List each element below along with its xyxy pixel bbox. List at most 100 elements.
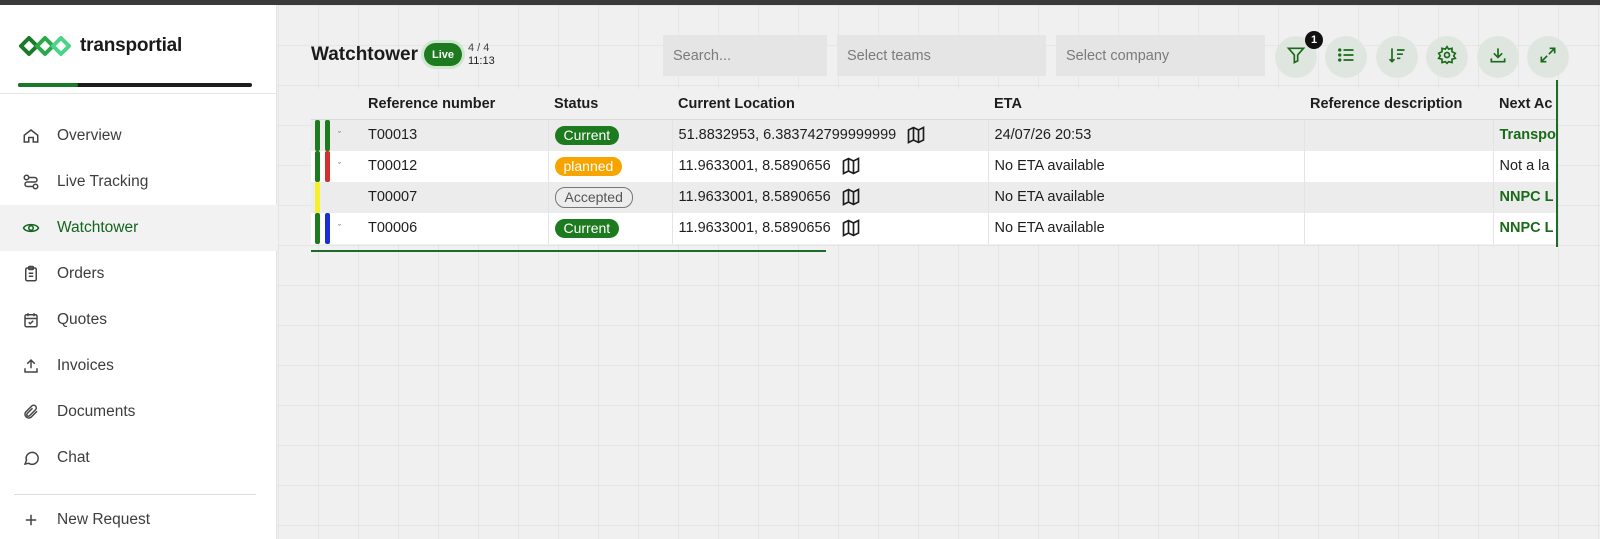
sidebar-item-documents[interactable]: Documents <box>0 389 277 435</box>
sidebar-item-watchtower[interactable]: Watchtower <box>0 205 277 251</box>
next-action-cell[interactable]: NNPC L <box>1493 181 1556 213</box>
status-cell: Accepted <box>548 181 673 213</box>
main-content: Watchtower Live 4 / 4 11:13 Select teams… <box>278 5 1600 539</box>
column-header-status[interactable]: Status <box>548 89 672 120</box>
status-cell: Current <box>548 119 673 151</box>
column-header-eta[interactable]: ETA <box>988 89 1304 120</box>
select-teams-dropdown[interactable]: Select teams <box>837 35 1046 76</box>
sidebar-item-label: Quotes <box>57 311 107 328</box>
settings-button[interactable] <box>1426 36 1468 78</box>
next-action-cell[interactable]: NNPC L <box>1493 212 1556 244</box>
sidebar-item-invoices[interactable]: Invoices <box>0 343 277 389</box>
record-counter: 4 / 4 11:13 <box>468 42 495 68</box>
map-icon[interactable] <box>906 125 926 145</box>
map-icon[interactable] <box>841 218 861 238</box>
map-icon[interactable] <box>841 156 861 176</box>
reference-cell[interactable]: T00012 <box>362 150 549 182</box>
expand-row-chevron-icon[interactable]: ˇ <box>338 223 341 233</box>
table-header-row: Reference number Status Current Location… <box>311 89 1556 120</box>
sidebar-item-overview[interactable]: Overview <box>0 113 277 159</box>
row-flag <box>325 212 330 244</box>
next-action-cell[interactable]: Not a la <box>1493 150 1556 182</box>
download-button[interactable] <box>1477 36 1519 78</box>
column-header-location[interactable]: Current Location <box>672 89 988 120</box>
table-row[interactable]: ˇ T00006 Current 11.9633001, 8.5890656 No ET… <box>311 212 1556 244</box>
sidebar-item-chat[interactable]: Chat <box>0 435 277 481</box>
row-flag <box>325 119 330 151</box>
logo-underline <box>18 83 252 87</box>
filter-count-badge: 1 <box>1305 31 1323 49</box>
eta-cell: No ETA available <box>988 181 1305 213</box>
row-flags-cell: ˇ <box>311 150 362 182</box>
next-action-cell[interactable]: Transpo <box>1493 119 1556 151</box>
new-request-label: New Request <box>57 511 151 528</box>
sidebar-item-label: Documents <box>57 403 136 420</box>
sidebar-separator <box>14 494 256 495</box>
search-input[interactable] <box>663 35 827 76</box>
sidebar-item-label: Orders <box>57 265 105 282</box>
paperclip-icon <box>22 403 40 421</box>
row-flag <box>315 181 320 213</box>
sidebar-item-label: Live Tracking <box>57 173 149 190</box>
sort-button[interactable] <box>1376 36 1418 78</box>
status-cell: Current <box>548 212 673 244</box>
clipboard-icon <box>22 265 40 283</box>
expand-icon <box>1538 45 1558 70</box>
expand-button[interactable] <box>1527 36 1569 78</box>
table-row[interactable]: ˇ T00012 planned 11.9633001, 8.5890656 No ET… <box>311 150 1556 182</box>
description-cell <box>1304 119 1494 151</box>
table-scroll-indicator <box>1556 80 1558 247</box>
status-cell: planned <box>548 150 673 182</box>
reference-cell[interactable]: T00006 <box>362 212 549 244</box>
plus-icon <box>22 511 40 529</box>
sidebar: transportial Overview Live Tracking Watc… <box>0 5 277 539</box>
settings-icon <box>1437 44 1457 70</box>
column-header-reference[interactable]: Reference number <box>362 89 548 120</box>
reference-cell[interactable]: T00013 <box>362 119 549 151</box>
location-coordinates: 11.9633001, 8.5890656 <box>678 220 831 236</box>
expand-row-chevron-icon[interactable]: ˇ <box>338 161 341 171</box>
upload-icon <box>22 357 40 375</box>
sidebar-item-label: Chat <box>57 449 90 466</box>
row-flag <box>315 150 320 182</box>
column-header-description[interactable]: Reference description <box>1304 89 1493 120</box>
home-icon <box>22 127 40 145</box>
location-cell: 11.9633001, 8.5890656 <box>672 150 989 182</box>
map-icon[interactable] <box>841 187 861 207</box>
row-flags-cell: ˇ <box>311 212 362 244</box>
calendar-check-icon <box>22 311 40 329</box>
sidebar-item-live-tracking[interactable]: Live Tracking <box>0 159 277 205</box>
live-badge: Live <box>424 43 462 66</box>
select-company-dropdown[interactable]: Select company <box>1056 35 1265 76</box>
column-header-next-action[interactable]: Next Ac <box>1493 89 1556 120</box>
new-request-button[interactable]: New Request <box>22 511 150 529</box>
column-header-flags <box>311 89 362 120</box>
row-flags-cell: ˇ <box>311 119 362 151</box>
eta-cell: 24/07/26 20:53 <box>988 119 1305 151</box>
update-time: 11:13 <box>468 55 495 67</box>
description-cell <box>1304 212 1494 244</box>
reference-cell[interactable]: T00007 <box>362 181 549 213</box>
sort-icon <box>1387 45 1407 70</box>
location-cell: 11.9633001, 8.5890656 <box>672 212 989 244</box>
route-icon <box>22 173 40 191</box>
row-flag <box>315 212 320 244</box>
app-logo[interactable]: transportial <box>18 33 182 59</box>
download-icon <box>1488 45 1508 70</box>
expand-row-chevron-icon[interactable]: ˇ <box>338 130 341 140</box>
status-badge: Current <box>554 218 620 238</box>
table-body: ˇ T00013 Current 51.8832953, 6.383742799999… <box>311 119 1556 244</box>
location-coordinates: 51.8832953, 6.383742799999999 <box>678 127 897 143</box>
sidebar-item-orders[interactable]: Orders <box>0 251 277 297</box>
table-row[interactable]: ˇ T00013 Current 51.8832953, 6.383742799999… <box>311 119 1556 151</box>
page-title: Watchtower <box>311 44 418 65</box>
status-badge: Current <box>554 125 620 145</box>
sidebar-item-quotes[interactable]: Quotes <box>0 297 277 343</box>
row-flag <box>325 150 330 182</box>
sidebar-item-label: Overview <box>57 127 122 144</box>
location-coordinates: 11.9633001, 8.5890656 <box>678 158 831 174</box>
filter-button[interactable]: 1 <box>1275 31 1323 78</box>
table-row[interactable]: T00007 Accepted 11.9633001, 8.5890656 No ET… <box>311 181 1556 213</box>
shipments-table-container: Reference number Status Current Location… <box>311 89 1556 251</box>
list-view-button[interactable] <box>1325 36 1367 78</box>
